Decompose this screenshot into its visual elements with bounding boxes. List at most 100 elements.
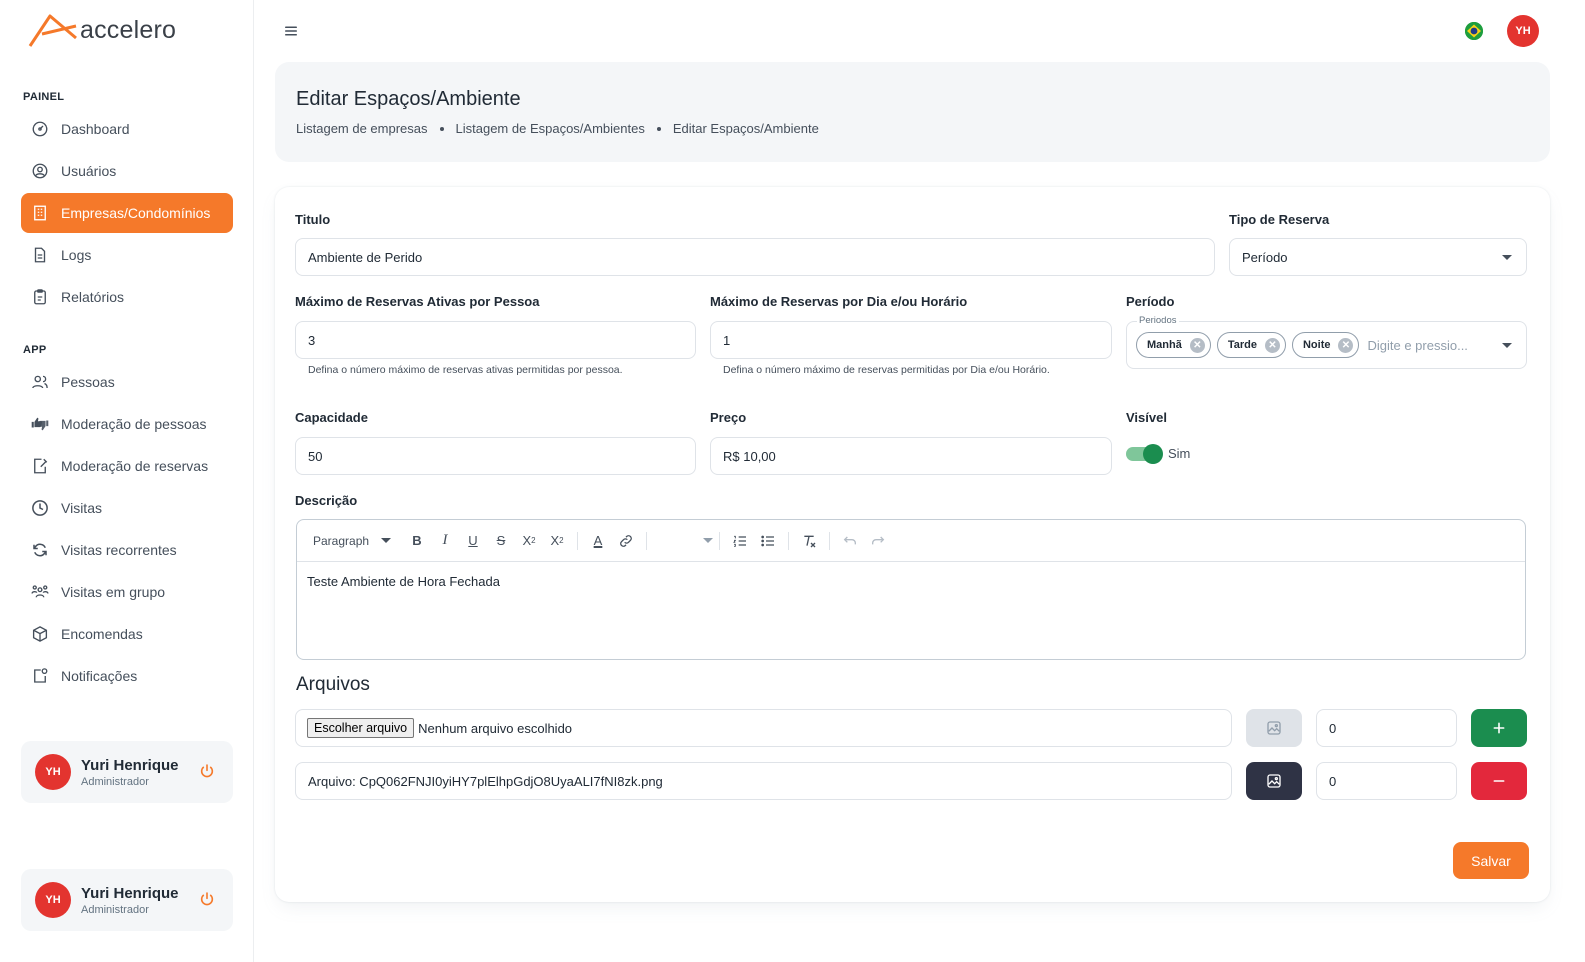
user-card: YH Yuri Henrique Administrador: [21, 741, 233, 803]
image-icon: [1267, 774, 1281, 788]
clear-format-icon[interactable]: [795, 527, 823, 555]
file-input[interactable]: Escolher arquivo Nenhum arquivo escolhid…: [295, 709, 1232, 747]
strikethrough-icon[interactable]: S: [487, 527, 515, 555]
superscript-icon[interactable]: X2: [543, 527, 571, 555]
breadcrumb-item-current: Editar Espaços/Ambiente: [672, 121, 819, 136]
nav-painel: Dashboard Usuários Empresas/Condomínios …: [21, 109, 233, 319]
avatar: YH: [35, 754, 71, 790]
breadcrumb-item[interactable]: Listagem de Espaços/Ambientes: [456, 121, 645, 136]
capacidade-input[interactable]: 50: [295, 437, 696, 475]
image-icon: [1267, 721, 1281, 735]
building-icon: [31, 204, 49, 222]
sidebar-item-visitas-grupo[interactable]: Visitas em grupo: [21, 572, 233, 612]
power-icon[interactable]: [199, 763, 215, 779]
sidebar-item-label: Pessoas: [61, 374, 115, 390]
ordered-list-icon[interactable]: [726, 527, 754, 555]
sidebar-item-visitas[interactable]: Visitas: [21, 488, 233, 528]
visivel-toggle[interactable]: [1126, 444, 1163, 464]
periodo-placeholder[interactable]: Digite e pressio...: [1367, 338, 1467, 353]
bold-icon[interactable]: B: [403, 527, 431, 555]
sidebar-item-dashboard[interactable]: Dashboard: [21, 109, 233, 149]
sidebar-item-usuarios[interactable]: Usuários: [21, 151, 233, 191]
choose-file-button[interactable]: Escolher arquivo: [307, 718, 415, 738]
chip-remove-icon[interactable]: ✕: [1338, 337, 1354, 353]
sidebar-item-notificacoes[interactable]: Notificações: [21, 656, 233, 696]
italic-icon[interactable]: I: [431, 527, 459, 555]
sidebar-item-pessoas[interactable]: Pessoas: [21, 362, 233, 402]
clipboard-icon: [31, 288, 49, 306]
sidebar-item-encomendas[interactable]: Encomendas: [21, 614, 233, 654]
brazil-flag-icon[interactable]: [1465, 22, 1483, 40]
periodo-label: Período: [1126, 294, 1175, 309]
preview-image-button[interactable]: [1246, 709, 1302, 747]
user-circle-icon: [31, 162, 49, 180]
toolbar-separator: [719, 531, 720, 550]
user-name: Yuri Henrique: [81, 756, 179, 774]
group-icon: [31, 583, 49, 601]
max-dia-input[interactable]: 1: [710, 321, 1112, 359]
menu-icon[interactable]: [282, 22, 300, 40]
descricao-label: Descrição: [295, 493, 358, 508]
tipo-reserva-label: Tipo de Reserva: [1229, 212, 1330, 227]
file-order-input[interactable]: 0: [1316, 709, 1457, 747]
file-name-display: Arquivo: CpQ062FNJI0yiHY7plElhpGdjO8UyaA…: [295, 762, 1232, 800]
sidebar-item-label: Encomendas: [61, 626, 143, 642]
font-size-select[interactable]: [653, 538, 713, 543]
sidebar-item-logs[interactable]: Logs: [21, 235, 233, 275]
preco-value: R$ 10,00: [723, 448, 776, 464]
file-order-input[interactable]: 0: [1316, 762, 1457, 800]
periodo-float-label: Periodos: [1137, 315, 1179, 326]
chevron-down-icon: [381, 538, 392, 543]
breadcrumb-separator: [439, 126, 444, 131]
preco-input[interactable]: R$ 10,00: [710, 437, 1112, 475]
brand-logo[interactable]: accelero: [28, 12, 176, 48]
add-file-button[interactable]: [1471, 709, 1527, 747]
file-order-value: 0: [1329, 773, 1337, 789]
sidebar-item-moderacao-pessoas[interactable]: Moderação de pessoas: [21, 404, 233, 444]
sidebar-item-relatorios[interactable]: Relatórios: [21, 277, 233, 317]
refresh-icon: [31, 541, 49, 559]
titulo-input[interactable]: Ambiente de Perido: [295, 238, 1215, 276]
sidebar-item-label: Notificações: [61, 668, 138, 684]
chip-remove-icon[interactable]: ✕: [1264, 337, 1280, 353]
sidebar-item-visitas-recorrentes[interactable]: Visitas recorrentes: [21, 530, 233, 570]
user-name: Yuri Henrique: [81, 884, 179, 902]
block-format-value: Paragraph: [313, 533, 370, 548]
view-image-button[interactable]: [1246, 762, 1302, 800]
tipo-reserva-select[interactable]: Período: [1229, 238, 1527, 276]
bullet-list-icon[interactable]: [754, 527, 782, 555]
sidebar-item-moderacao-reservas[interactable]: Moderação de reservas: [21, 446, 233, 486]
section-label-painel: PAINEL: [23, 91, 65, 103]
avatar: YH: [35, 882, 71, 918]
sidebar-item-empresas[interactable]: Empresas/Condomínios: [21, 193, 233, 233]
sidebar-item-label: Visitas recorrentes: [61, 542, 177, 558]
periodo-multiselect[interactable]: Periodos Manhã ✕ Tarde ✕ Noite ✕ Digite …: [1126, 315, 1527, 369]
minus-icon: [1493, 780, 1505, 782]
capacidade-label: Capacidade: [295, 410, 368, 425]
sidebar-item-label: Usuários: [61, 163, 117, 179]
page-header: Editar Espaços/Ambiente Listagem de empr…: [275, 62, 1550, 162]
block-format-select[interactable]: Paragraph: [313, 534, 403, 548]
toolbar-separator: [577, 531, 578, 550]
visivel-value: Sim: [1168, 446, 1191, 461]
remove-file-button[interactable]: [1471, 762, 1527, 800]
max-ativas-input[interactable]: 3: [295, 321, 696, 359]
redo-icon[interactable]: [864, 527, 892, 555]
link-icon[interactable]: [612, 527, 640, 555]
chevron-down-icon: [1502, 255, 1512, 260]
file-icon: [31, 246, 49, 264]
power-icon[interactable]: [199, 891, 215, 907]
sidebar-item-label: Dashboard: [61, 121, 130, 137]
text-color-icon[interactable]: A: [584, 527, 612, 555]
underline-icon[interactable]: U: [459, 527, 487, 555]
editor-content[interactable]: Teste Ambiente de Hora Fechada: [297, 562, 1525, 601]
chip-remove-icon[interactable]: ✕: [1189, 337, 1205, 353]
max-ativas-helper: Defina o número máximo de reservas ativa…: [308, 364, 623, 376]
save-button[interactable]: Salvar: [1453, 842, 1529, 879]
editor-toolbar: Paragraph B I U S X2 X2 A: [297, 520, 1525, 562]
top-avatar[interactable]: YH: [1507, 15, 1539, 47]
undo-icon[interactable]: [836, 527, 864, 555]
subscript-icon[interactable]: X2: [515, 527, 543, 555]
sidebar-item-label: Logs: [61, 247, 92, 263]
breadcrumb-item[interactable]: Listagem de empresas: [296, 121, 428, 136]
